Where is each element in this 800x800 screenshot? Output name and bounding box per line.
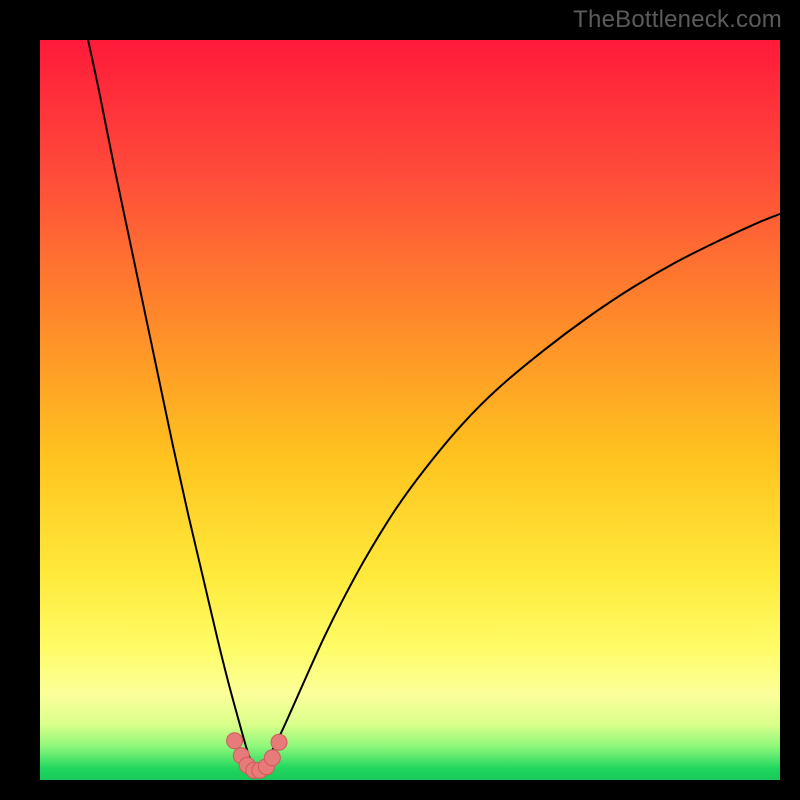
outer-frame: TheBottleneck.com: [0, 0, 800, 800]
plot-area: [40, 40, 780, 780]
valley-marker: [227, 733, 243, 749]
curve-left-branch: [88, 40, 253, 767]
watermark-text: TheBottleneck.com: [573, 6, 782, 34]
curve-right-branch: [263, 214, 780, 767]
valley-markers: [227, 733, 287, 779]
valley-marker: [264, 750, 280, 766]
valley-marker: [271, 734, 287, 750]
curve-layer: [40, 40, 780, 780]
